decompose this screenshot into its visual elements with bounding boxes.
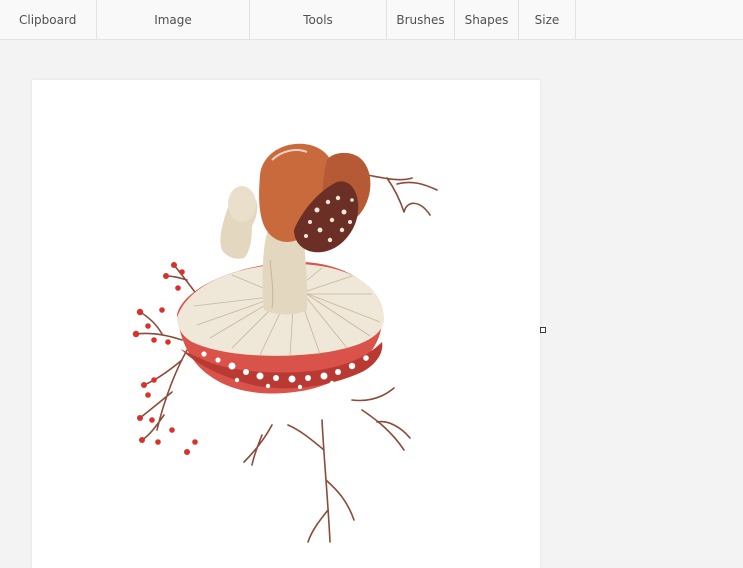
ribbon-empty-area xyxy=(576,0,743,39)
ribbon-group-label: Image xyxy=(154,13,192,27)
canvas-resize-handle-icon[interactable] xyxy=(540,327,546,333)
ribbon-group-label: Tools xyxy=(303,13,333,27)
ribbon-group-tools[interactable]: Tools xyxy=(250,0,387,39)
ribbon-group-image[interactable]: Image xyxy=(97,0,250,39)
mushroom-illustration-icon xyxy=(132,143,438,543)
ribbon-group-label: Clipboard xyxy=(19,13,77,27)
ribbon-group-brushes[interactable]: Brushes xyxy=(387,0,455,39)
ribbon-group-label: Size xyxy=(534,13,560,27)
ribbon-group-shapes[interactable]: Shapes xyxy=(455,0,519,39)
ribbon-group-clipboard[interactable]: Clipboard xyxy=(0,0,97,39)
drawing-canvas[interactable] xyxy=(32,80,540,568)
ribbon-group-size[interactable]: Size xyxy=(519,0,576,39)
ribbon-toolbar: Clipboard Image Tools Brushes Shapes Siz… xyxy=(0,0,743,40)
ribbon-group-label: Shapes xyxy=(464,13,509,27)
canvas-workspace[interactable] xyxy=(0,40,743,568)
ribbon-group-label: Brushes xyxy=(396,13,445,27)
